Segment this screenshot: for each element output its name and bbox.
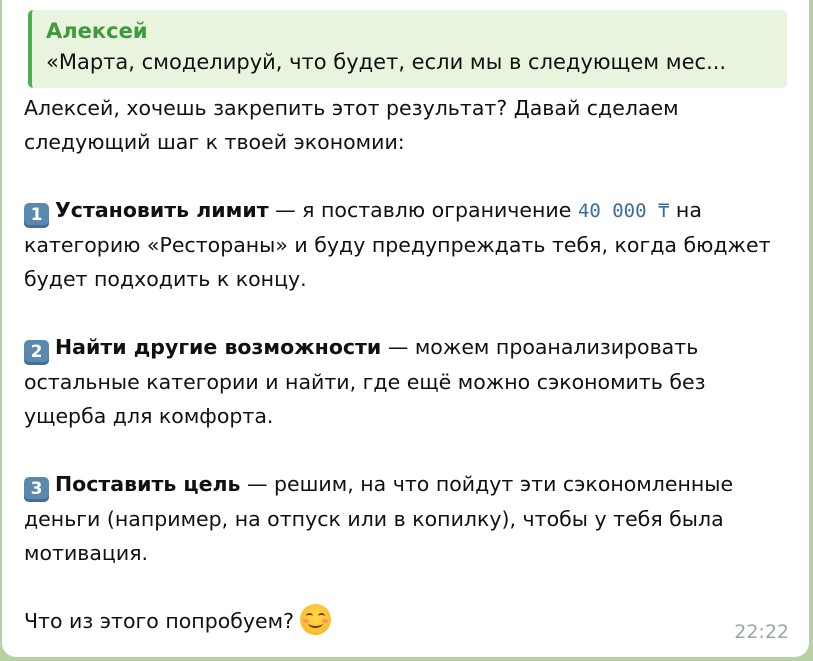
reply-quote[interactable]: Алексей «Марта, смоделируй, что будет, е… — [28, 10, 787, 88]
list-item: 2 Найти другие возможности — можем проана… — [24, 330, 794, 433]
message-intro: Алексей, хочешь закрепить этот результат… — [24, 96, 679, 154]
reply-author: Алексей — [46, 19, 148, 43]
keycap-one-icon: 1 — [24, 203, 49, 228]
list-item: 1 Установить лимит — я поставлю ограничен… — [24, 193, 794, 296]
smiling-face-icon — [300, 604, 331, 635]
item-title: Найти другие возможности — [55, 335, 382, 359]
message-text: Алексей, хочешь закрепить этот результат… — [24, 91, 794, 638]
item-title: Установить лимит — [55, 198, 269, 222]
message-bubble[interactable]: Алексей «Марта, смоделируй, что будет, е… — [2, 0, 809, 657]
message-outro: Что из этого попробуем? — [24, 604, 794, 638]
amount-code: 40 000 ₸ — [577, 200, 670, 222]
reply-text: «Марта, смоделируй, что будет, если мы в… — [46, 50, 727, 74]
list-item: 3 Поставить цель — решим, на что пойдут э… — [24, 467, 794, 570]
item-title: Поставить цель — [55, 472, 241, 496]
message-time: 22:22 — [734, 621, 789, 643]
outro-text: Что из этого попробуем? — [24, 609, 294, 633]
keycap-three-icon: 3 — [24, 477, 49, 502]
keycap-two-icon: 2 — [24, 340, 49, 365]
item-text: — я поставлю ограничение — [268, 198, 578, 222]
